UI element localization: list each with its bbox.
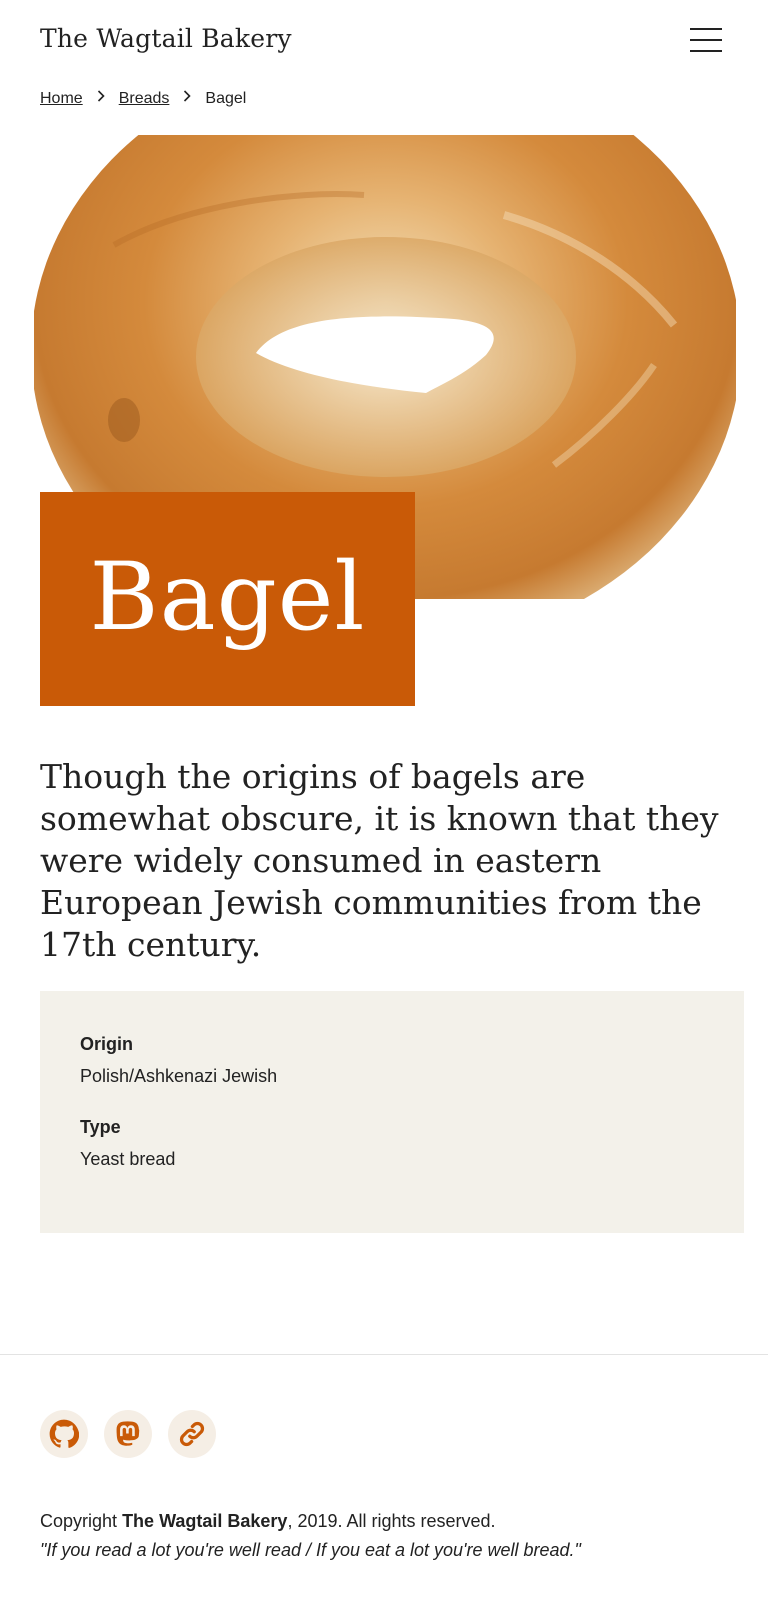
hamburger-menu-icon[interactable] bbox=[690, 26, 724, 54]
copyright-prefix: Copyright bbox=[40, 1511, 118, 1531]
copyright-suffix: , 2019. All rights reserved. bbox=[287, 1511, 496, 1531]
copyright-brand: The Wagtail Bakery bbox=[122, 1511, 288, 1531]
footer-quote: "If you read a lot you're well read / If… bbox=[40, 1540, 581, 1560]
breadcrumb: Home Breads Bagel bbox=[40, 89, 247, 108]
breadcrumb-breads-link[interactable]: Breads bbox=[119, 90, 170, 108]
github-icon[interactable] bbox=[40, 1410, 88, 1458]
footer-divider bbox=[0, 1354, 768, 1355]
intro-text: Though the origins of bagels are somewha… bbox=[40, 757, 719, 964]
fact-value: Polish/Ashkenazi Jewish bbox=[80, 1066, 278, 1086]
link-icon[interactable] bbox=[168, 1410, 216, 1458]
fact-label: Type bbox=[80, 1117, 121, 1137]
chevron-right-icon bbox=[97, 89, 105, 105]
fact-type: Type Yeast bread bbox=[80, 1117, 704, 1170]
fact-origin: Origin Polish/Ashkenazi Jewish bbox=[80, 1034, 704, 1087]
fact-value: Yeast bread bbox=[80, 1149, 176, 1169]
social-links bbox=[40, 1410, 216, 1458]
fact-label: Origin bbox=[80, 1034, 133, 1054]
page-title: Bagel bbox=[89, 542, 366, 652]
page-title-banner: Bagel bbox=[40, 492, 415, 706]
mastodon-icon[interactable] bbox=[104, 1410, 152, 1458]
copyright-text: Copyright The Wagtail Bakery, 2019. All … bbox=[40, 1511, 496, 1532]
breadcrumb-current: Bagel bbox=[205, 90, 247, 107]
site-title[interactable]: The Wagtail Bakery bbox=[40, 24, 292, 53]
facts-panel: Origin Polish/Ashkenazi Jewish Type Yeas… bbox=[40, 991, 744, 1233]
chevron-right-icon bbox=[183, 89, 192, 105]
breadcrumb-home-link[interactable]: Home bbox=[40, 90, 83, 108]
